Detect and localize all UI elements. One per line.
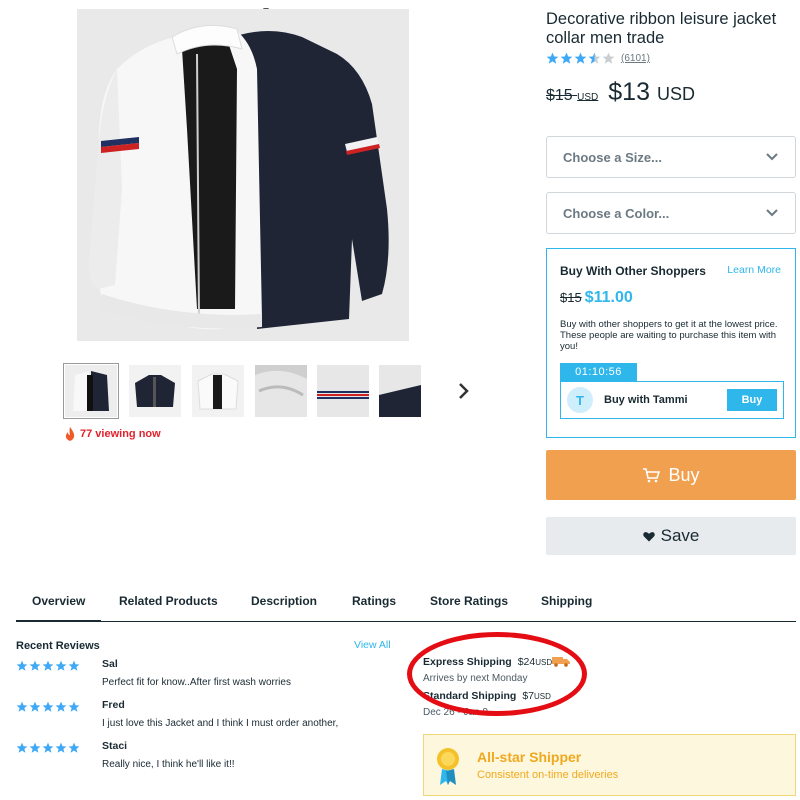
- reviewer-name: Staci: [102, 740, 128, 752]
- star-icon: [42, 701, 54, 712]
- buyer-label: Buy with Tammi: [604, 394, 688, 406]
- buy-button-label: Buy: [668, 464, 700, 485]
- thumbnail-3[interactable]: [192, 365, 244, 417]
- save-button-label: Save: [660, 526, 700, 545]
- thumbnail-6[interactable]: [379, 365, 421, 417]
- star-icon: [560, 52, 573, 64]
- express-shipping-name: Express Shipping: [423, 656, 512, 668]
- review-text: I just love this Jacket and I think I mu…: [102, 718, 339, 729]
- chevron-down-icon: [766, 209, 778, 217]
- view-all-reviews-link[interactable]: View All: [354, 639, 391, 651]
- tab-shipping[interactable]: Shipping: [541, 594, 592, 608]
- star-icon: [55, 660, 67, 671]
- star-icon: [16, 660, 28, 671]
- standard-shipping-price: $7USD: [522, 690, 551, 702]
- thumbnail-5[interactable]: [317, 365, 369, 417]
- group-buy-description: Buy with other shoppers to get it at the…: [560, 319, 778, 352]
- star-icon: [16, 742, 28, 753]
- allstar-shipper-badge: All-star Shipper Consistent on-time deli…: [423, 734, 796, 796]
- star-icon: [29, 742, 41, 753]
- size-select-placeholder: Choose a Size...: [563, 149, 662, 165]
- cart-icon: [643, 468, 661, 483]
- truck-icon: [552, 657, 570, 667]
- review-stars: [16, 742, 80, 754]
- original-price: $15 USD: [546, 87, 599, 104]
- color-select-placeholder: Choose a Color...: [563, 205, 670, 221]
- countdown-timer: 01:10:56: [560, 363, 637, 381]
- star-icon: [42, 660, 54, 671]
- chevron-down-icon: [766, 153, 778, 161]
- star-icon: [55, 701, 67, 712]
- review-item: Staci Really nice, I think he'll like it…: [16, 740, 376, 776]
- avatar: T: [567, 387, 593, 413]
- star-icon: [602, 52, 615, 64]
- review-stars: [16, 660, 80, 672]
- star-icon: [29, 660, 41, 671]
- star-icon: [42, 742, 54, 753]
- heart-icon: [642, 531, 655, 541]
- express-shipping-price: $24USD: [517, 656, 553, 668]
- star-icon: [55, 742, 67, 753]
- rating-stars: [546, 52, 615, 65]
- product-tabs: Overview Related Products Description Ra…: [15, 582, 796, 622]
- review-text: Really nice, I think he'll like it!!: [102, 759, 235, 770]
- tab-description[interactable]: Description: [251, 594, 317, 608]
- star-icon: [68, 742, 80, 753]
- chevron-right-icon: [459, 383, 469, 399]
- standard-shipping-row: Standard Shipping $7USD: [423, 690, 551, 702]
- rating-row[interactable]: (6101): [546, 52, 650, 65]
- reviewer-name: Sal: [102, 658, 118, 670]
- group-buy-title: Buy With Other Shoppers: [560, 264, 706, 278]
- viewing-now-indicator: 77 viewing now: [64, 427, 161, 441]
- thumbnail-2[interactable]: [129, 365, 181, 417]
- star-icon: [16, 701, 28, 712]
- allstar-title: All-star Shipper: [477, 749, 582, 765]
- standard-shipping-note: Dec 26 - Jan 9: [423, 707, 489, 718]
- buy-with-shopper-button[interactable]: Buy: [727, 389, 777, 411]
- recent-reviews-title: Recent Reviews: [16, 640, 100, 652]
- star-icon: [588, 52, 601, 64]
- jacket-photo: [77, 9, 409, 341]
- review-stars: [16, 701, 80, 713]
- reviewer-name: Fred: [102, 699, 125, 711]
- star-icon: [574, 52, 587, 64]
- star-icon: [68, 701, 80, 712]
- group-buy-panel: Buy With Other Shoppers Learn More $15 $…: [546, 248, 796, 438]
- group-price: $11.00: [584, 289, 633, 306]
- main-product-image[interactable]: [77, 9, 409, 341]
- express-shipping-note: Arrives by next Monday: [423, 673, 528, 684]
- medal-icon: [437, 748, 459, 785]
- review-text: Perfect fit for know..After first wash w…: [102, 677, 291, 688]
- viewing-now-text: 77 viewing now: [80, 428, 161, 440]
- price-row: $15 USD $13 USD: [546, 78, 695, 107]
- review-item: Fred I just love this Jacket and I think…: [16, 699, 376, 735]
- size-select[interactable]: Choose a Size...: [546, 136, 796, 178]
- express-shipping-row: Express Shipping $24USD: [423, 656, 552, 668]
- save-button[interactable]: Save: [546, 517, 796, 555]
- star-icon: [29, 701, 41, 712]
- group-original-price: $15: [560, 290, 582, 305]
- standard-shipping-name: Standard Shipping: [423, 690, 517, 702]
- current-price: $13 USD: [608, 78, 695, 106]
- tab-related-products[interactable]: Related Products: [119, 594, 218, 608]
- allstar-subtitle: Consistent on-time deliveries: [477, 769, 619, 781]
- review-item: Sal Perfect fit for know..After first wa…: [16, 658, 376, 694]
- thumbnail-4[interactable]: [255, 365, 307, 417]
- flame-icon: [65, 427, 75, 441]
- buy-button[interactable]: Buy: [546, 450, 796, 500]
- tab-overview[interactable]: Overview: [15, 594, 102, 622]
- review-count-link[interactable]: (6101): [621, 53, 650, 64]
- tab-store-ratings[interactable]: Store Ratings: [430, 594, 508, 608]
- color-select[interactable]: Choose a Color...: [546, 192, 796, 234]
- learn-more-link[interactable]: Learn More: [727, 264, 781, 276]
- group-buyer-row: T Buy with Tammi Buy: [560, 381, 784, 419]
- product-title: Decorative ribbon leisure jacket collar …: [546, 10, 777, 47]
- thumbnail-1[interactable]: [63, 363, 119, 419]
- star-icon: [546, 52, 559, 64]
- group-buy-prices: $15 $11.00: [560, 289, 633, 307]
- tab-ratings[interactable]: Ratings: [352, 594, 396, 608]
- next-thumbnails-button[interactable]: [455, 381, 473, 401]
- star-icon: [68, 660, 80, 671]
